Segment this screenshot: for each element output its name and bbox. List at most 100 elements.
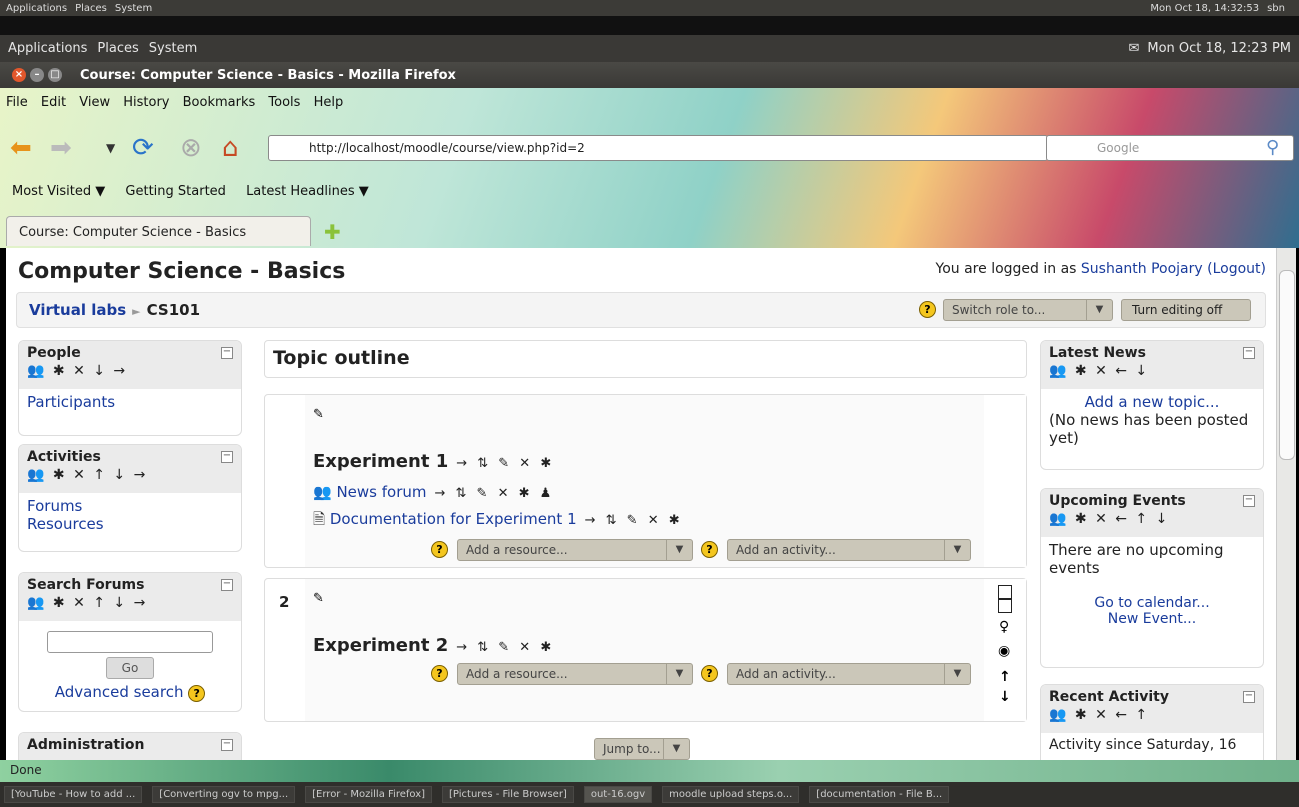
history-dropdown-icon[interactable]: ▼ <box>106 130 115 166</box>
new-event-link[interactable]: New Event... <box>1049 611 1255 627</box>
maximize-icon[interactable]: □ <box>48 68 62 82</box>
collapse-icon[interactable]: − <box>1243 347 1255 359</box>
task-youtube[interactable]: [YouTube - How to add ... <box>4 786 143 803</box>
task-converting[interactable]: [Converting ogv to mpg... <box>152 786 296 803</box>
documentation-link[interactable]: Documentation for Experiment 1 <box>330 510 577 528</box>
add-resource-select[interactable]: Add a resource... ▼ <box>457 663 693 685</box>
panel-user[interactable]: sbn <box>1267 3 1285 14</box>
vertical-scrollbar[interactable] <box>1276 248 1296 760</box>
task-out-16[interactable]: out-16.ogv <box>583 786 653 803</box>
module-edit-icons[interactable]: → ⇅ ✎ ✕ ✱ <box>585 513 683 528</box>
block-edit-icons[interactable]: 👥 ✱ ✕ ↑ ↓ → <box>27 467 233 483</box>
panel-clock[interactable]: Mon Oct 18, 14:32:53 <box>1150 3 1259 14</box>
url-input[interactable]: http://localhost/moodle/course/view.php?… <box>268 135 1048 161</box>
panel-menu-places[interactable]: Places <box>97 41 138 56</box>
logout-link[interactable]: (Logout) <box>1207 261 1266 277</box>
collapse-icon[interactable]: − <box>221 579 233 591</box>
block-edit-icons[interactable]: 👥 ✱ ✕ ← ↑ <box>1049 707 1255 723</box>
menu-file[interactable]: File <box>6 95 28 110</box>
tab-course[interactable]: Course: Computer Science - Basics <box>6 216 311 246</box>
user-link[interactable]: Sushanth Poojary <box>1081 261 1203 277</box>
menu-view[interactable]: View <box>79 95 110 110</box>
collapse-icon[interactable]: − <box>221 451 233 463</box>
block-edit-icons[interactable]: 👥 ✱ ✕ ← ↓ <box>1049 363 1255 379</box>
task-pictures[interactable]: [Pictures - File Browser] <box>442 786 574 803</box>
search-forums-input[interactable] <box>47 631 213 653</box>
scrollbar-thumb[interactable] <box>1279 270 1295 460</box>
new-tab-icon[interactable]: ✚ <box>324 220 341 244</box>
help-icon[interactable]: ? <box>188 685 206 702</box>
add-activity-select[interactable]: Add an activity... ▼ <box>727 539 971 561</box>
add-resource-select[interactable]: Add a resource... ▼ <box>457 539 693 561</box>
highlight-lightbulb-icon[interactable]: ♀ <box>999 619 1009 635</box>
collapse-icon[interactable]: − <box>221 347 233 359</box>
add-activity-select[interactable]: Add an activity... ▼ <box>727 663 971 685</box>
close-icon[interactable]: × <box>12 68 26 82</box>
panel-menu-system[interactable]: System <box>149 41 197 56</box>
section-edit-icons[interactable]: → ⇅ ✎ ✕ ✱ <box>456 456 554 471</box>
turn-editing-off-button[interactable]: Turn editing off <box>1121 299 1251 321</box>
go-to-calendar-link[interactable]: Go to calendar... <box>1049 595 1255 611</box>
mail-icon[interactable]: ✉ <box>1128 41 1139 56</box>
search-input[interactable]: Google <box>1046 135 1294 161</box>
show-only-icon[interactable] <box>998 599 1012 613</box>
help-icon[interactable]: ? <box>431 665 448 682</box>
block-edit-icons[interactable]: 👥 ✱ ✕ ← ↑ ↓ <box>1049 511 1255 527</box>
advanced-search-link[interactable]: Advanced search <box>55 683 184 701</box>
go-button[interactable]: Go <box>106 657 154 679</box>
help-icon[interactable]: ? <box>701 665 718 682</box>
window-titlebar[interactable]: × – □ Course: Computer Science - Basics … <box>0 62 1299 88</box>
task-error-firefox[interactable]: [Error - Mozilla Firefox] <box>305 786 433 803</box>
eye-icon[interactable]: ◉ <box>998 643 1010 659</box>
help-icon[interactable]: ? <box>701 541 718 558</box>
search-icon[interactable]: ⚲ <box>1266 130 1279 166</box>
jump-to-select[interactable]: Jump to... ▼ <box>594 738 690 760</box>
collapse-icon[interactable]: − <box>1243 495 1255 507</box>
help-icon[interactable]: ? <box>919 301 936 318</box>
bookmark-most-visited[interactable]: Most Visited ▼ <box>12 184 105 199</box>
document-icon: 🗎 <box>313 510 330 528</box>
panel-menu-places[interactable]: Places <box>75 3 107 14</box>
block-edit-icons[interactable]: 👥 ✱ ✕ ↑ ↓ → <box>27 595 233 611</box>
menu-help[interactable]: Help <box>314 95 344 110</box>
add-topic-link[interactable]: Add a new topic... <box>1049 393 1255 411</box>
help-icon[interactable]: ? <box>431 541 448 558</box>
edit-summary-icon[interactable]: ✎ <box>313 591 324 606</box>
arrow-down-icon[interactable]: ↓ <box>999 689 1011 705</box>
participants-link[interactable]: Participants <box>27 393 233 411</box>
task-moodle-steps[interactable]: moodle upload steps.o... <box>662 786 800 803</box>
block-edit-icons[interactable]: 👥 ✱ ✕ ↓ → <box>27 363 233 379</box>
bookmark-latest-headlines[interactable]: Latest Headlines ▼ <box>246 184 369 199</box>
reload-icon[interactable]: ⟳ <box>132 130 154 166</box>
block-activities: Activities 👥 ✱ ✕ ↑ ↓ → − Forums Resource… <box>18 444 242 552</box>
back-icon[interactable]: ⬅ <box>10 130 32 166</box>
forward-icon[interactable]: ➡ <box>50 130 72 166</box>
resources-link[interactable]: Resources <box>27 515 233 533</box>
breadcrumb-virtual-labs[interactable]: Virtual labs <box>29 301 126 319</box>
collapse-icon[interactable]: − <box>1243 691 1255 703</box>
arrow-up-icon[interactable]: ↑ <box>999 669 1011 685</box>
collapse-icon[interactable]: − <box>221 739 233 751</box>
menu-edit[interactable]: Edit <box>41 95 66 110</box>
forums-link[interactable]: Forums <box>27 497 233 515</box>
panel-menu-applications[interactable]: Applications <box>8 41 87 56</box>
home-icon[interactable]: ⌂ <box>222 130 239 166</box>
stop-icon[interactable]: ⊗ <box>180 130 202 166</box>
menu-history[interactable]: History <box>123 95 169 110</box>
bookmark-getting-started[interactable]: Getting Started <box>125 184 226 199</box>
switch-role-select[interactable]: Switch role to... ▼ <box>943 299 1113 321</box>
menu-bookmarks[interactable]: Bookmarks <box>183 95 256 110</box>
show-only-icon[interactable] <box>998 585 1012 599</box>
menu-tools[interactable]: Tools <box>268 95 300 110</box>
panel-clock[interactable]: Mon Oct 18, 12:23 PM <box>1147 41 1291 56</box>
section-title-text: Experiment 1 <box>313 451 449 472</box>
minimize-icon[interactable]: – <box>30 68 44 82</box>
panel-menu-system[interactable]: System <box>115 3 152 14</box>
news-forum-link[interactable]: News forum <box>336 483 426 501</box>
panel-menu-applications[interactable]: Applications <box>6 3 67 14</box>
section-edit-icons[interactable]: → ⇅ ✎ ✕ ✱ <box>456 640 554 655</box>
module-edit-icons[interactable]: → ⇅ ✎ ✕ ✱ ♟ <box>435 486 555 501</box>
edit-summary-icon[interactable]: ✎ <box>313 407 324 422</box>
window-title: Course: Computer Science - Basics - Mozi… <box>80 67 456 83</box>
task-documentation[interactable]: [documentation - File B... <box>809 786 950 803</box>
